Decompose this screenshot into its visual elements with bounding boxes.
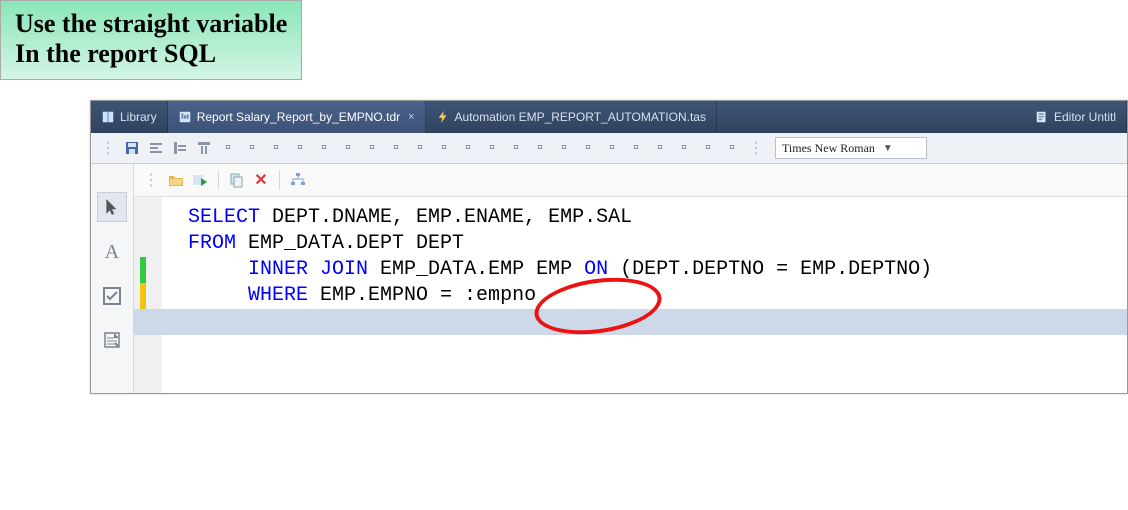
font-name-label: Times New Roman xyxy=(782,141,875,156)
close-icon[interactable]: × xyxy=(408,111,414,123)
side-toolbar: A xyxy=(91,164,134,393)
align-icon[interactable] xyxy=(145,137,167,159)
grip-icon: ⋮ xyxy=(140,170,162,190)
execute-icon[interactable] xyxy=(190,170,210,190)
tool-icon[interactable]: ▫ xyxy=(385,137,407,159)
tab-report-label: Report Salary_Report_by_EMPNO.tdr xyxy=(197,110,400,124)
book-icon xyxy=(101,110,115,124)
tab-bar: Library Report Salary_Report_by_EMPNO.td… xyxy=(91,101,1127,133)
tab-editor[interactable]: Editor Untitl xyxy=(1025,101,1127,133)
tool-icon[interactable]: ▫ xyxy=(457,137,479,159)
code-line: SELECT DEPT.DNAME, EMP.ENAME, EMP.SAL xyxy=(188,205,1127,231)
tool-icon[interactable]: ▫ xyxy=(313,137,335,159)
grip-icon: ⋮ xyxy=(745,138,767,158)
chevron-down-icon: ▼ xyxy=(883,143,893,154)
code-line: INNER JOIN EMP_DATA.EMP EMP ON (DEPT.DEP… xyxy=(188,257,1127,283)
grip-icon: ⋮ xyxy=(97,138,119,158)
tool-icon[interactable]: ▫ xyxy=(673,137,695,159)
instruction-callout: Use the straight variable In the report … xyxy=(0,0,302,80)
code-line: WHERE EMP.EMPNO = :empno xyxy=(188,283,1127,309)
schema-icon[interactable] xyxy=(288,170,308,190)
code-body: SELECT DEPT.DNAME, EMP.ENAME, EMP.SAL FR… xyxy=(146,205,1127,335)
application-window: Library Report Salary_Report_by_EMPNO.td… xyxy=(90,100,1128,394)
tool-icon[interactable]: ▫ xyxy=(241,137,263,159)
tool-icon[interactable]: ▫ xyxy=(361,137,383,159)
tool-icon[interactable]: ▫ xyxy=(217,137,239,159)
tool-icon[interactable]: ▫ xyxy=(433,137,455,159)
tool-icon[interactable]: ▫ xyxy=(721,137,743,159)
separator xyxy=(218,171,219,189)
report-icon xyxy=(178,110,192,124)
tool-icon[interactable]: ▫ xyxy=(625,137,647,159)
pointer-tool[interactable] xyxy=(97,192,127,222)
editor-icon xyxy=(1035,110,1049,124)
main-toolbar: ⋮ ▫ ▫ ▫ ▫ ▫ ▫ ▫ ▫ ▫ ▫ ▫ ▫ ▫ ▫ ▫ ▫ ▫ ▫ ▫ … xyxy=(91,133,1127,164)
tab-library-label: Library xyxy=(120,110,157,124)
tool-icon[interactable]: ▫ xyxy=(577,137,599,159)
checkbox-tool[interactable] xyxy=(98,282,126,310)
tool-icon[interactable]: ▫ xyxy=(553,137,575,159)
sql-editor[interactable]: SELECT DEPT.DNAME, EMP.ENAME, EMP.SAL FR… xyxy=(134,197,1127,393)
code-line xyxy=(188,309,1127,335)
tool-icon[interactable]: ▫ xyxy=(505,137,527,159)
workspace: A ⋮ ✕ xyxy=(91,164,1127,393)
callout-line-1: Use the straight variable xyxy=(15,9,287,39)
delete-icon[interactable]: ✕ xyxy=(251,170,271,190)
align-top-icon[interactable] xyxy=(193,137,215,159)
editor-area: ⋮ ✕ xyxy=(134,164,1127,393)
tool-icon[interactable]: ▫ xyxy=(529,137,551,159)
tool-icon[interactable]: ▫ xyxy=(697,137,719,159)
open-icon[interactable] xyxy=(166,170,186,190)
tab-automation-label: Automation EMP_REPORT_AUTOMATION.tas xyxy=(455,110,706,124)
tool-icon[interactable]: ▫ xyxy=(265,137,287,159)
tab-library[interactable]: Library xyxy=(91,101,168,133)
tab-automation[interactable]: Automation EMP_REPORT_AUTOMATION.tas xyxy=(426,101,717,133)
tool-icon[interactable]: ▫ xyxy=(289,137,311,159)
tool-icon[interactable]: ▫ xyxy=(409,137,431,159)
copy-icon[interactable] xyxy=(227,170,247,190)
code-line: FROM EMP_DATA.DEPT DEPT xyxy=(188,231,1127,257)
align-left-icon[interactable] xyxy=(169,137,191,159)
editor-toolbar: ⋮ ✕ xyxy=(134,164,1127,197)
note-tool[interactable] xyxy=(98,326,126,354)
callout-line-2: In the report SQL xyxy=(15,39,287,69)
separator xyxy=(279,171,280,189)
font-select[interactable]: Times New Roman ▼ xyxy=(775,137,927,159)
tool-icon[interactable]: ▫ xyxy=(649,137,671,159)
tool-icon[interactable]: ▫ xyxy=(481,137,503,159)
tool-icon[interactable]: ▫ xyxy=(601,137,623,159)
tab-report[interactable]: Report Salary_Report_by_EMPNO.tdr × xyxy=(168,101,426,133)
text-tool[interactable]: A xyxy=(98,238,126,266)
tab-editor-label: Editor Untitl xyxy=(1054,110,1116,124)
tool-icon[interactable]: ▫ xyxy=(337,137,359,159)
lightning-icon xyxy=(436,110,450,124)
save-icon[interactable] xyxy=(121,137,143,159)
